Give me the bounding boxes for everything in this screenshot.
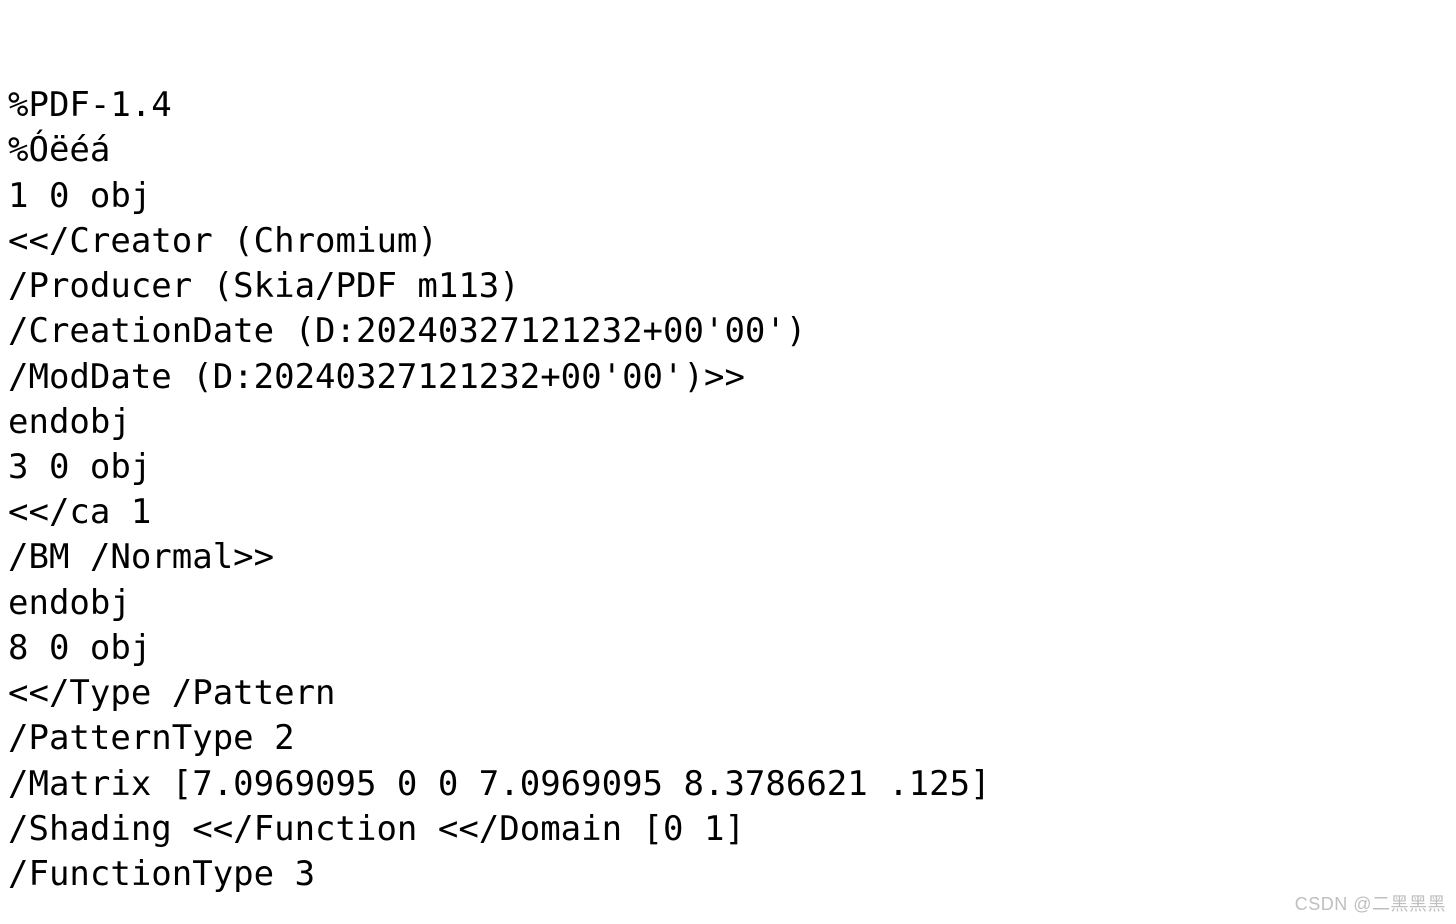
line-binary-marker: %Óëéá bbox=[8, 130, 110, 170]
line-shading: /Shading <</Function <</Domain [0 1] bbox=[8, 809, 745, 849]
line-pdf-header: %PDF-1.4 bbox=[8, 85, 172, 125]
line-pattern-type: /PatternType 2 bbox=[8, 718, 295, 758]
pdf-source-text: %PDF-1.4 %Óëéá 1 0 obj <</Creator (Chrom… bbox=[0, 0, 1456, 897]
line-obj-3-start: 3 0 obj bbox=[8, 447, 151, 487]
line-function-type: /FunctionType 3 bbox=[8, 854, 315, 894]
line-creator: <</Creator (Chromium) bbox=[8, 221, 438, 261]
watermark-text: CSDN @二黑黑黑 bbox=[1295, 890, 1446, 916]
line-obj-8-start: 8 0 obj bbox=[8, 628, 151, 668]
line-endobj-3: endobj bbox=[8, 583, 131, 623]
line-type-pattern: <</Type /Pattern bbox=[8, 673, 336, 713]
line-creation-date: /CreationDate (D:20240327121232+00'00') bbox=[8, 311, 806, 351]
line-bm-normal: /BM /Normal>> bbox=[8, 537, 274, 577]
line-endobj-1: endobj bbox=[8, 402, 131, 442]
line-obj-1-start: 1 0 obj bbox=[8, 176, 151, 216]
line-matrix: /Matrix [7.0969095 0 0 7.0969095 8.37866… bbox=[8, 764, 991, 804]
line-mod-date: /ModDate (D:20240327121232+00'00')>> bbox=[8, 357, 745, 397]
line-producer: /Producer (Skia/PDF m113) bbox=[8, 266, 520, 306]
line-ca: <</ca 1 bbox=[8, 492, 151, 532]
